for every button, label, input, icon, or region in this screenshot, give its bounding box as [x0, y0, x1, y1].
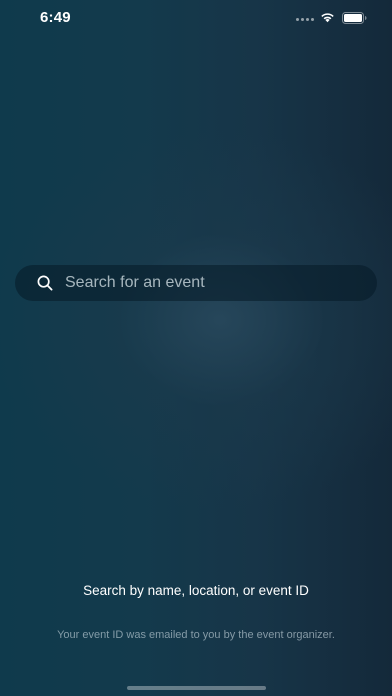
search-input[interactable] — [65, 265, 365, 301]
search-hint-subtitle: Your event ID was emailed to you by the … — [57, 629, 335, 641]
home-indicator[interactable] — [127, 686, 266, 690]
status-time: 6:49 — [40, 9, 71, 26]
search-hint-title: Search by name, location, or event ID — [83, 583, 309, 598]
battery-icon — [342, 12, 367, 24]
event-search-screen: 6:49 Search by name, location, or event … — [0, 0, 392, 696]
search-bar[interactable] — [15, 265, 377, 301]
cellular-signal-icon — [296, 18, 314, 22]
search-icon — [37, 275, 53, 291]
status-bar: 6:49 — [0, 0, 392, 36]
wifi-icon — [321, 13, 334, 23]
